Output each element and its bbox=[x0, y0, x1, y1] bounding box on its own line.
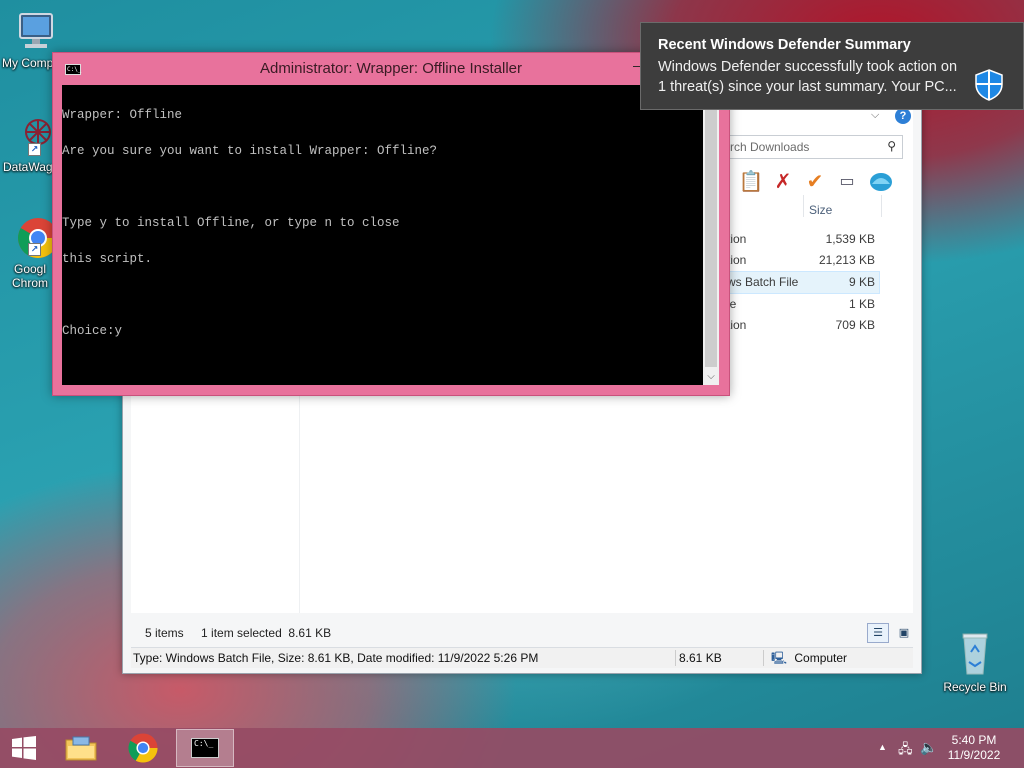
location-label: 🖳 Computer bbox=[771, 648, 847, 668]
file-list: tion 1,539 KB tion 21,213 KB ws Batch Fi… bbox=[712, 229, 880, 336]
file-type: ws Batch File bbox=[727, 275, 799, 289]
clipboard-icon[interactable]: 📋 bbox=[739, 169, 764, 193]
file-size: 9 KB bbox=[848, 275, 875, 289]
file-row[interactable]: tion 21,213 KB bbox=[713, 250, 879, 271]
details-bar: Type: Windows Batch File, Size: 8.61 KB,… bbox=[131, 647, 913, 668]
command-prompt-window[interactable]: C:\_ Administrator: Wrapper: Offline Ins… bbox=[52, 52, 730, 396]
computer-icon bbox=[14, 10, 58, 54]
clock-time: 5:40 PM bbox=[951, 733, 997, 747]
search-placeholder: rch Downloads bbox=[730, 140, 810, 154]
windows-logo-icon bbox=[12, 736, 36, 760]
start-button[interactable] bbox=[0, 728, 48, 768]
status-divider bbox=[763, 650, 764, 666]
vertical-scrollbar[interactable]: ▲ ⌵ bbox=[703, 85, 719, 385]
search-icon: ⚲ bbox=[887, 139, 896, 153]
desktop-icon-recycle-bin[interactable]: Recycle Bin bbox=[937, 630, 1013, 694]
delete-icon[interactable]: ✗ bbox=[771, 169, 795, 193]
file-size: 21,213 KB bbox=[818, 253, 875, 267]
address-dropdown-icon[interactable]: ⌵ bbox=[871, 109, 879, 122]
cmd-icon: C:\_ bbox=[191, 738, 219, 758]
folder-icon bbox=[65, 736, 97, 761]
help-icon[interactable]: ? bbox=[895, 108, 911, 124]
status-bar-summary: 5 items 1 item selected 8.61 KB bbox=[145, 626, 345, 640]
column-divider[interactable] bbox=[803, 195, 804, 217]
taskbar-chrome[interactable] bbox=[114, 729, 172, 767]
status-divider bbox=[675, 650, 676, 666]
console-line: Type y to install Offline, or type n to … bbox=[62, 216, 400, 230]
file-size: 1,539 KB bbox=[825, 232, 875, 246]
console-line: Wrapper: Offline bbox=[62, 108, 183, 122]
console-output[interactable]: Wrapper: Offline Are you sure you want t… bbox=[62, 85, 703, 385]
item-count: 5 items bbox=[145, 626, 184, 640]
taskbar-command-prompt[interactable]: C:\_ bbox=[176, 729, 234, 767]
large-icons-view-icon[interactable]: ▣ bbox=[893, 623, 915, 643]
selection-info: 1 item selected 8.61 KB bbox=[201, 626, 332, 640]
clock[interactable]: 5:40 PM 11/9/2022 bbox=[944, 733, 1004, 763]
notification-heading: Recent Windows Defender Summary bbox=[658, 37, 911, 53]
desktop-icon-label: Recycle Bin bbox=[943, 680, 1007, 694]
shortcut-arrow-icon: ↗ bbox=[28, 143, 41, 156]
scrollbar-thumb[interactable] bbox=[705, 102, 717, 367]
selected-file-details: Type: Windows Batch File, Size: 8.61 KB,… bbox=[133, 651, 539, 665]
clock-date: 11/9/2022 bbox=[947, 748, 1001, 762]
volume-icon[interactable]: 🔈 bbox=[920, 739, 937, 756]
explorer-toolbar: ▯ 📋 ✗ ✔ ▭ bbox=[721, 169, 895, 193]
datawag-icon: ↗ bbox=[16, 114, 56, 158]
chrome-icon bbox=[128, 733, 158, 763]
console-line: Choice:y bbox=[62, 324, 123, 338]
defender-shield-icon bbox=[975, 69, 1003, 101]
properties-icon[interactable]: ▭ bbox=[835, 169, 859, 193]
taskbar: C:\_ ▲ 🖧 🔈 5:40 PM 11/9/2022 bbox=[0, 728, 1024, 768]
search-input[interactable]: rch Downloads ⚲ bbox=[709, 135, 903, 159]
details-view-icon[interactable]: ☰ bbox=[867, 623, 889, 643]
show-hidden-icons-icon[interactable]: ▲ bbox=[878, 742, 887, 752]
computer-icon: 🖳 bbox=[771, 651, 788, 665]
console-line: this script. bbox=[62, 252, 153, 266]
notification-body: Windows Defender successfully took actio… bbox=[658, 59, 958, 95]
file-size: 1 KB bbox=[848, 297, 875, 311]
scroll-down-icon[interactable]: ⌵ bbox=[703, 369, 719, 385]
view-toggle: ☰ ▣ bbox=[867, 623, 915, 643]
shell-icon[interactable] bbox=[867, 169, 895, 193]
shortcut-arrow-icon: ↗ bbox=[28, 243, 41, 256]
network-icon[interactable]: 🖧 bbox=[898, 740, 913, 762]
selected-file-size: 8.61 KB bbox=[679, 651, 722, 665]
desktop-icon-label: Googl Chrom bbox=[11, 262, 48, 290]
defender-notification[interactable]: Recent Windows Defender Summary Windows … bbox=[640, 22, 1024, 110]
column-divider[interactable] bbox=[881, 195, 882, 217]
location-text: Computer bbox=[794, 651, 848, 665]
console-line: Are you sure you want to install Wrapper… bbox=[62, 144, 438, 158]
recycle-bin-icon bbox=[955, 630, 995, 678]
column-header-size[interactable]: Size bbox=[809, 203, 832, 217]
file-row[interactable]: tion 709 KB bbox=[713, 315, 879, 336]
checkmark-icon[interactable]: ✔ bbox=[803, 169, 827, 193]
file-row-selected[interactable]: ws Batch File 9 KB bbox=[712, 271, 880, 294]
window-title: Administrator: Wrapper: Offline Installe… bbox=[259, 60, 523, 77]
file-size: 709 KB bbox=[835, 318, 875, 332]
taskbar-file-explorer[interactable] bbox=[52, 729, 110, 767]
file-row[interactable]: tion 1,539 KB bbox=[713, 229, 879, 250]
file-row[interactable]: le 1 KB bbox=[713, 294, 879, 315]
